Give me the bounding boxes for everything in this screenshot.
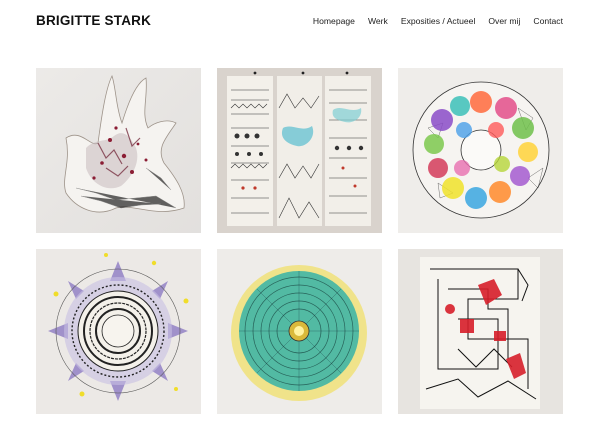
- artwork-circle-ring-tile[interactable]: [398, 68, 563, 233]
- artwork-mandala-image: [36, 249, 201, 414]
- nav-item-exposities[interactable]: Exposities / Actueel: [401, 16, 476, 26]
- artwork-abstract-lines-image: [398, 249, 563, 414]
- nav-item-over-mij[interactable]: Over mij: [488, 16, 520, 26]
- nav-item-contact[interactable]: Contact: [533, 16, 563, 26]
- nav-item-homepage[interactable]: Homepage: [313, 16, 355, 26]
- site-title[interactable]: BRIGITTE STARK: [36, 13, 151, 28]
- main-nav: Homepage Werk Exposities / Actueel Over …: [313, 16, 563, 26]
- artwork-blue-flower-image: [217, 249, 382, 414]
- artwork-gallery: [36, 68, 563, 414]
- artwork-scrolls-tile[interactable]: [217, 68, 382, 233]
- nav-item-werk[interactable]: Werk: [368, 16, 388, 26]
- artwork-hand-image: [36, 68, 201, 233]
- artwork-circle-ring-image: [398, 68, 563, 233]
- artwork-mandala-tile[interactable]: [36, 249, 201, 414]
- artwork-hand-tile[interactable]: [36, 68, 201, 233]
- artwork-scrolls-image: [217, 68, 382, 233]
- artwork-blue-flower-tile[interactable]: [217, 249, 382, 414]
- artwork-abstract-lines-tile[interactable]: [398, 249, 563, 414]
